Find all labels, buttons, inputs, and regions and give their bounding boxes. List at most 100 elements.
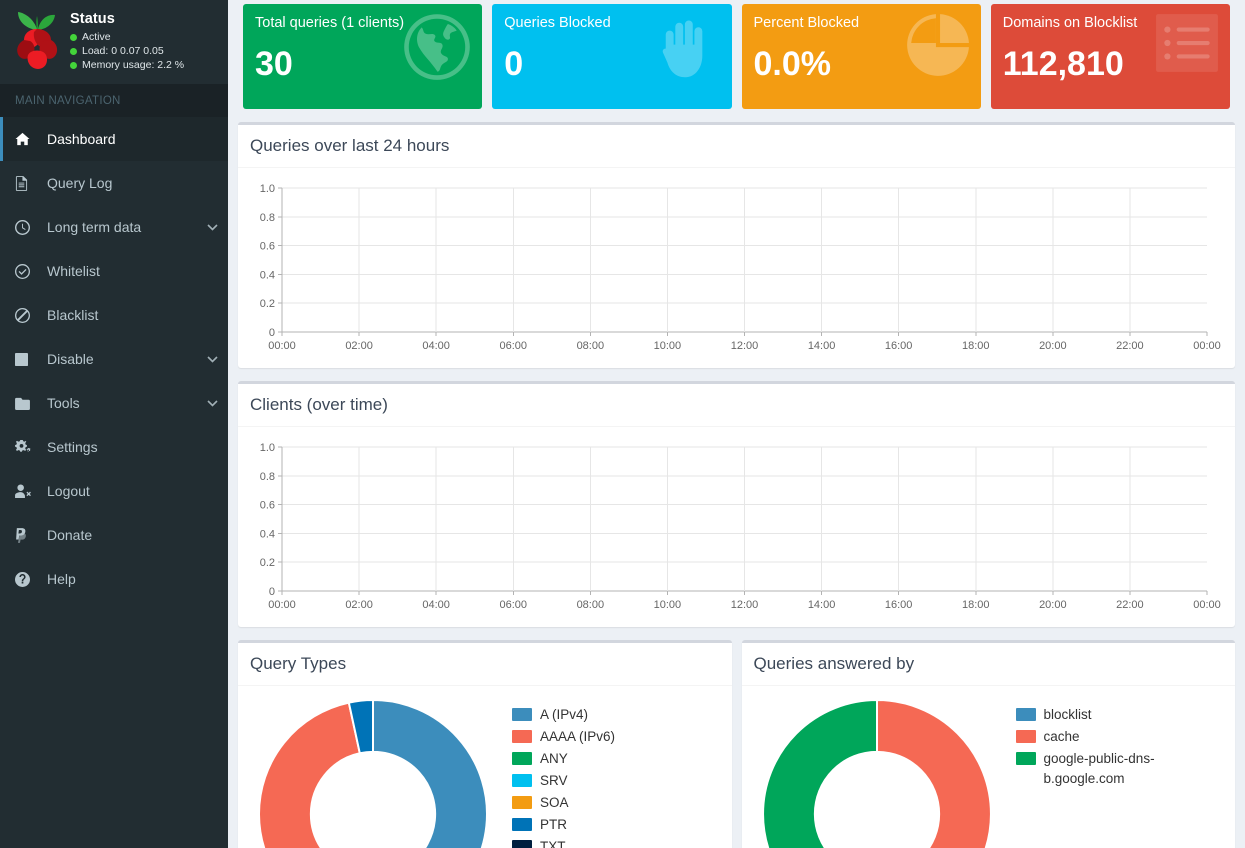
clients-over-time-chart[interactable]: 0 0.2 0.4 0.6 0.8 1.0 00:00 02:00 04:00 06:00 08:0… (248, 437, 1225, 617)
svg-text:20:00: 20:00 (1039, 599, 1067, 611)
stat-card-total-queries-1-clients[interactable]: Total queries (1 clients) 30 (243, 4, 483, 109)
panel-header: Queries answered by (741, 643, 1235, 686)
sidebar-nav: Dashboard Query Log Long term data Whitelis… (0, 117, 228, 601)
answered-by-col: Queries answered by blocklist cache google… (737, 627, 1241, 848)
svg-text:00:00: 00:00 (268, 599, 296, 611)
status-dot-icon (70, 33, 77, 41)
sidebar-item-long-term-data[interactable]: Long term data (0, 205, 228, 249)
svg-text:0.8: 0.8 (260, 212, 275, 224)
svg-text:06:00: 06:00 (499, 599, 527, 611)
sidebar-item-label: Blacklist (47, 307, 99, 323)
svg-text:04:00: 04:00 (422, 340, 450, 352)
svg-text:04:00: 04:00 (422, 599, 450, 611)
legend-item[interactable]: cache (1015, 727, 1226, 747)
legend-swatch-icon (512, 840, 532, 848)
status-active-text: Active (82, 31, 111, 43)
check-circle-icon (15, 263, 39, 279)
stat-col: Total queries (1 clients) 30 (238, 4, 487, 109)
legend-item[interactable]: SOA (512, 793, 722, 813)
svg-text:10:00: 10:00 (654, 599, 682, 611)
sidebar-item-label: Disable (47, 351, 94, 367)
legend-item[interactable]: PTR (512, 815, 722, 835)
stat-label: Domains on Blocklist (1002, 15, 1138, 31)
sidebar-item-whitelist[interactable]: Whitelist (0, 249, 228, 293)
sidebar-item-help[interactable]: Help (0, 557, 228, 601)
svg-text:0.8: 0.8 (260, 471, 275, 483)
gears-icon (15, 440, 39, 454)
sidebar-item-query-log[interactable]: Query Log (0, 161, 228, 205)
sidebar-item-label: Logout (47, 483, 90, 499)
svg-text:16:00: 16:00 (885, 340, 913, 352)
stat-label: Queries Blocked (504, 15, 611, 31)
panel-header: Query Types (238, 643, 732, 686)
svg-text:02:00: 02:00 (345, 599, 373, 611)
stat-card-queries-blocked[interactable]: Queries Blocked 0 (492, 4, 732, 109)
stat-value: 30 (255, 45, 293, 83)
legend-item[interactable]: blocklist (1015, 705, 1226, 725)
legend-item[interactable]: A (IPv4) (512, 705, 722, 725)
sidebar-item-label: Tools (47, 395, 80, 411)
legend-label: PTR (540, 817, 567, 832)
legend-item[interactable]: SRV (512, 771, 722, 791)
svg-text:0: 0 (269, 586, 275, 598)
status-dot-icon (70, 47, 77, 55)
status-load-text: Load: 0 0.07 0.05 (82, 45, 164, 57)
svg-text:16:00: 16:00 (885, 599, 913, 611)
answered-by-donut[interactable] (752, 698, 1002, 848)
svg-text:22:00: 22:00 (1116, 599, 1144, 611)
stat-col: Domains on Blocklist 112,810 (986, 4, 1235, 109)
svg-text:0.6: 0.6 (260, 241, 275, 253)
svg-text:14:00: 14:00 (808, 340, 836, 352)
legend-item[interactable]: TXT (512, 837, 722, 848)
sidebar-item-label: Long term data (47, 219, 142, 235)
chevron-down-icon (206, 355, 218, 363)
nav-section-header: MAIN NAVIGATION (0, 84, 228, 117)
sidebar-item-settings[interactable]: Settings (0, 425, 228, 469)
svg-text:22:00: 22:00 (1116, 340, 1144, 352)
query-types-donut[interactable] (248, 698, 498, 848)
page-title-queries-24h: Queries over last 24 hours (250, 136, 450, 155)
svg-text:1.0: 1.0 (260, 183, 275, 195)
svg-text:0: 0 (269, 327, 275, 339)
stat-value: 112,810 (1002, 45, 1124, 83)
clock-icon (15, 219, 39, 235)
sidebar-item-tools[interactable]: Tools (0, 381, 228, 425)
legend-label: A (IPv4) (540, 707, 589, 722)
sidebar-item-label: Dashboard (47, 131, 116, 147)
legend-swatch-icon (512, 708, 532, 721)
sidebar-item-dashboard[interactable]: Dashboard (0, 117, 228, 161)
query-types-legend: A (IPv4) AAAA (IPv6) ANY SRV SOA PTR TXT (498, 698, 722, 848)
sidebar-item-donate[interactable]: Donate (0, 513, 228, 557)
stat-label: Total queries (1 clients) (255, 15, 405, 31)
stat-card-percent-blocked[interactable]: Percent Blocked 0.0% (741, 4, 981, 109)
legend-item[interactable]: google-public-dns-b.google.com (1015, 749, 1226, 789)
chevron-down-icon (206, 223, 218, 231)
sidebar-item-blacklist[interactable]: Blacklist (0, 293, 228, 337)
sidebar: Status Active Load: 0 0.07 0.05 Memory u… (0, 0, 228, 848)
sidebar-item-logout[interactable]: Logout (0, 469, 228, 513)
legend-item[interactable]: ANY (512, 749, 722, 769)
query-types-panel: Query Types A (IPv4) AAAA (IPv6) ANY SRV SOA… (238, 640, 732, 848)
svg-text:12:00: 12:00 (731, 340, 759, 352)
stat-value: 0 (504, 45, 524, 83)
question-circle-icon (15, 571, 39, 587)
queries-over-time-chart[interactable]: 0 0.2 0.4 0.6 0.8 1.0 00:00 02:00 04:00 06:00 08:0… (248, 178, 1225, 358)
svg-text:08:00: 08:00 (577, 340, 605, 352)
stat-col: Percent Blocked 0.0% (737, 4, 986, 109)
ban-icon (15, 307, 39, 323)
svg-text:0.2: 0.2 (260, 557, 275, 569)
panel-body: A (IPv4) AAAA (IPv6) ANY SRV SOA PTR TXT (238, 686, 732, 848)
status-dot-icon (70, 61, 77, 69)
svg-text:12:00: 12:00 (731, 599, 759, 611)
svg-text:10:00: 10:00 (654, 340, 682, 352)
stat-card-domains-on-blocklist[interactable]: Domains on Blocklist 112,810 (990, 4, 1230, 109)
sidebar-item-disable[interactable]: Disable (0, 337, 228, 381)
svg-text:0.2: 0.2 (260, 298, 275, 310)
svg-text:0.6: 0.6 (260, 500, 275, 512)
svg-text:18:00: 18:00 (962, 340, 990, 352)
chevron-down-icon (206, 399, 218, 407)
svg-text:08:00: 08:00 (577, 599, 605, 611)
file-icon (15, 175, 39, 191)
folder-icon (15, 397, 39, 410)
legend-item[interactable]: AAAA (IPv6) (512, 727, 722, 747)
